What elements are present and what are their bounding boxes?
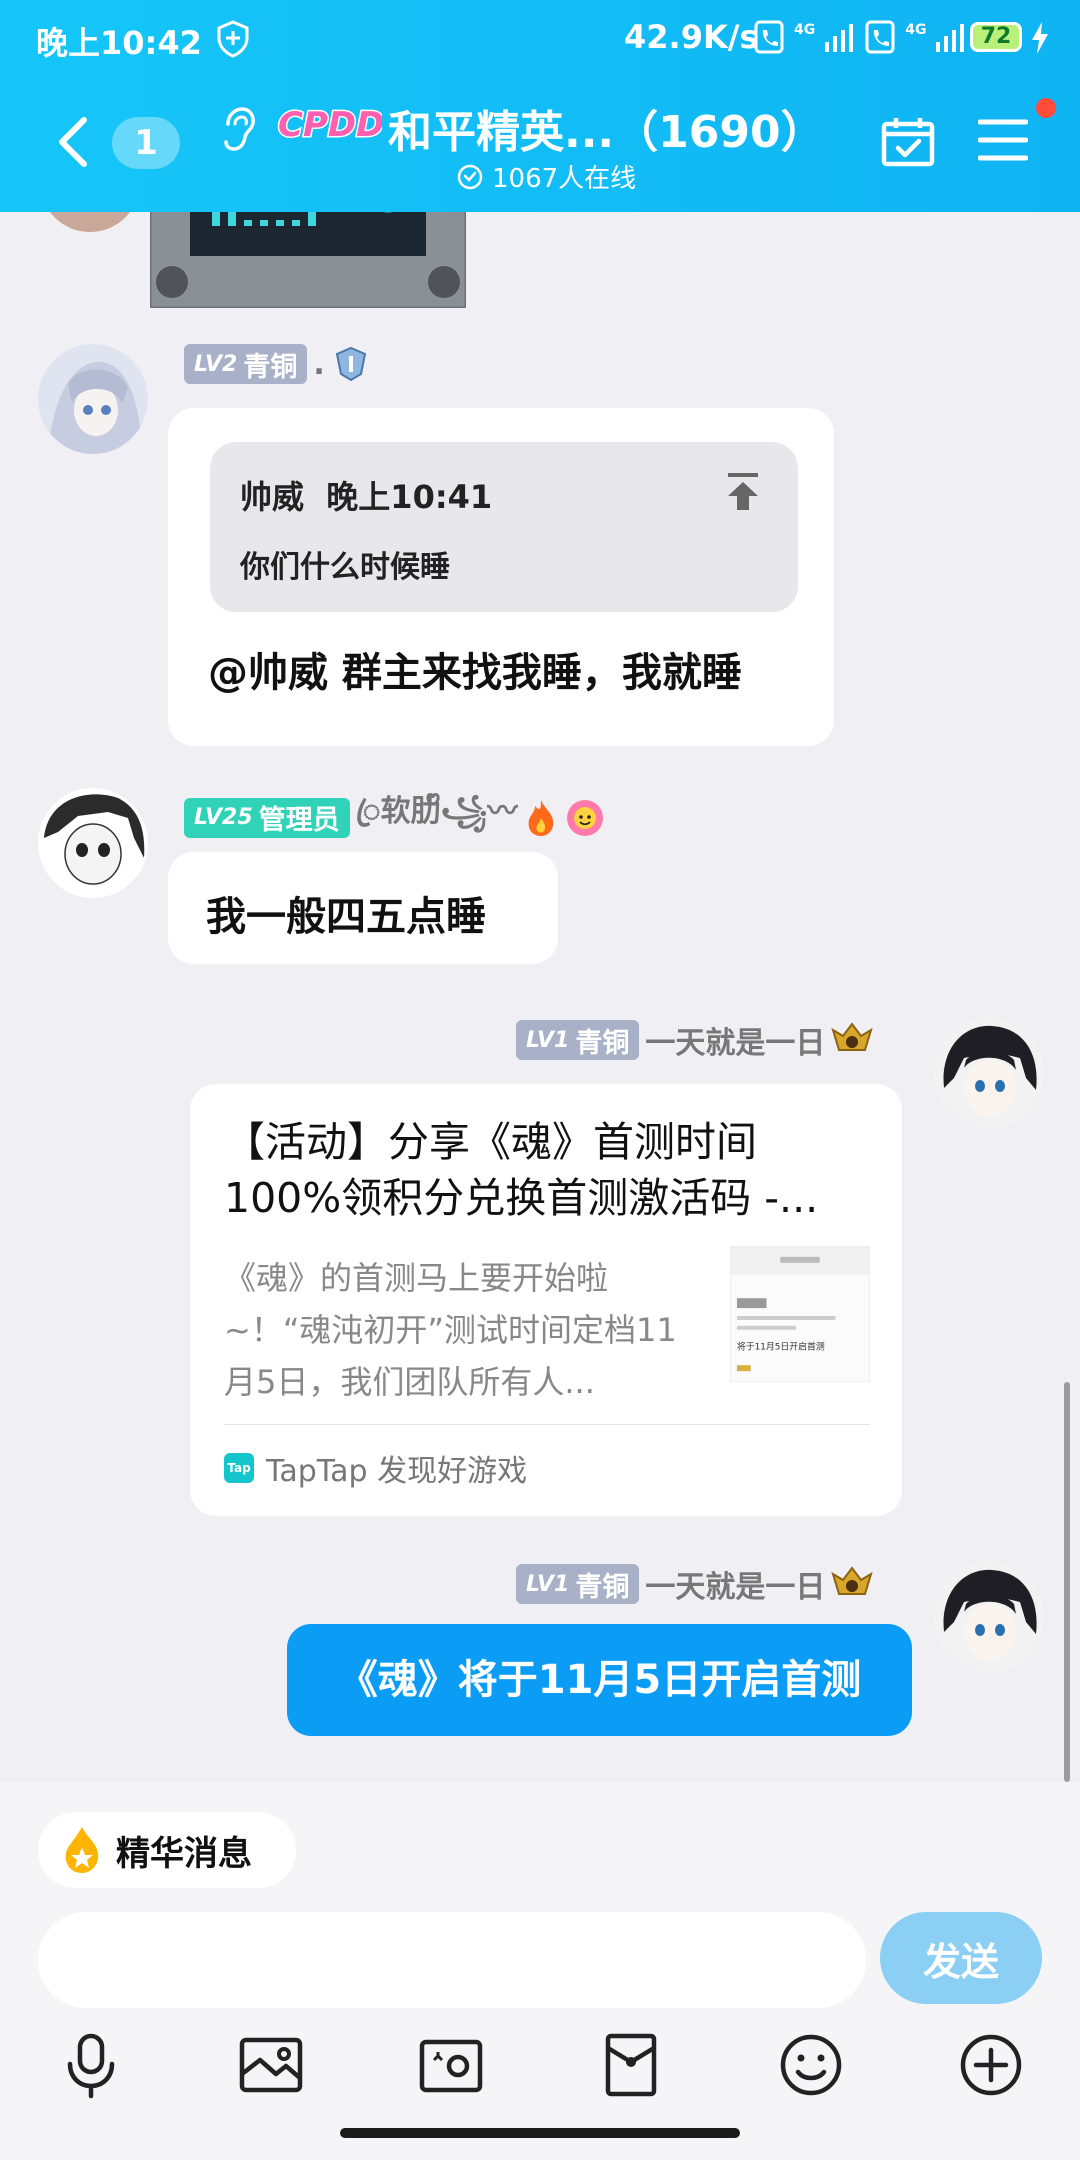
avatar[interactable] — [38, 788, 148, 898]
card-description: 《魂》的首测马上要开始啦~！“魂沌初开”测试时间定档11月5日，我们团队所有人.… — [224, 1259, 677, 1401]
avatar[interactable] — [934, 1018, 1044, 1128]
online-count: 1067人在线 — [456, 158, 636, 195]
fire-icon — [529, 799, 554, 836]
home-indicator[interactable] — [340, 2128, 740, 2138]
ear-icon[interactable] — [220, 106, 256, 152]
scrollbar[interactable] — [1064, 1382, 1070, 1782]
svg-text:将于11月5日开启首测: 将于11月5日开启首测 — [737, 1340, 825, 1352]
chat-header: 晚上10:42 42.9K/s 4G 4G 72 1 CPDD 和平精英...（… — [0, 0, 1080, 212]
online-text: 1067人在线 — [492, 164, 637, 194]
jump-to-top-icon[interactable] — [724, 472, 762, 512]
network-speed: 42.9K/s — [624, 18, 759, 56]
charging-icon — [1032, 22, 1048, 54]
status-time: 晚上10:42 — [36, 24, 202, 62]
card-title: 【活动】分享《魂》首测时间100%领积分兑换首测激活码 -... — [224, 1118, 819, 1222]
phone-hd-icon — [754, 20, 784, 54]
gold-rank-icon — [831, 1022, 874, 1051]
message-text: 我一般四五点睡 — [206, 894, 486, 940]
message-bubble-self[interactable]: 《魂》将于11月5日开启首测 — [287, 1624, 912, 1736]
avatar[interactable] — [934, 1562, 1044, 1672]
essence-label: 精华消息 — [116, 1833, 252, 1874]
level-badge: LV1 青铜 — [516, 1020, 640, 1060]
unread-count-badge[interactable]: 1 — [112, 117, 180, 169]
calendar-check-icon[interactable] — [880, 116, 936, 168]
essence-messages-button[interactable]: 精华消息 — [38, 1812, 296, 1888]
level-badge: LV2 青铜 — [184, 344, 308, 384]
back-button[interactable] — [54, 116, 94, 168]
flame-icon — [65, 1827, 99, 1873]
card-thumbnail: 将于11月5日开启首测 — [730, 1246, 870, 1382]
plus-icon[interactable] — [956, 2030, 1026, 2100]
signal-group: 4G 4G — [754, 20, 966, 54]
sender-nickname[interactable]: . — [313, 347, 324, 382]
signal-icon — [825, 24, 854, 52]
network-type-2: 4G — [905, 22, 927, 38]
rank-shield-icon — [335, 346, 366, 382]
quote-text: 你们什么时候睡 — [240, 550, 450, 585]
camera-icon[interactable] — [416, 2030, 486, 2100]
message-bubble[interactable]: 帅威 晚上10:41 你们什么时候睡 @帅威 群主来找我睡，我就睡 — [168, 408, 834, 746]
message-text: 《魂》将于11月5日开启首测 — [337, 1657, 862, 1703]
sender-meta: LV25 管理员 ꦿ软肋ᩚ꧁〰 — [184, 786, 605, 849]
taptap-logo-icon: Tap — [224, 1453, 254, 1483]
sender-meta: LV2 青铜 . — [184, 344, 371, 384]
gold-rank-icon — [831, 1566, 874, 1595]
svg-text:5": 5" — [380, 212, 421, 221]
sender-meta: LV1 青铜 一天就是一日 — [516, 1018, 874, 1062]
image-icon[interactable] — [236, 2030, 306, 2100]
card-source: Tap TapTap 发现好游戏 — [224, 1446, 527, 1490]
red-packet-icon[interactable] — [596, 2030, 666, 2100]
quoted-message[interactable]: 帅威 晚上10:41 你们什么时候睡 — [210, 442, 798, 612]
message-text: @帅威 群主来找我睡，我就睡 — [208, 650, 742, 696]
send-button[interactable]: 发送 — [880, 1912, 1042, 2004]
network-type-1: 4G — [794, 22, 816, 38]
card-source-text: TapTap 发现好游戏 — [266, 1454, 528, 1489]
sticker-image[interactable]: 5" — [150, 212, 466, 308]
message-composer: 精华消息 发送 — [0, 1782, 1080, 2160]
emoji-icon[interactable] — [776, 2030, 846, 2100]
sender-meta: LV1 青铜 一天就是一日 — [516, 1562, 874, 1606]
menu-icon[interactable] — [978, 118, 1028, 162]
battery-indicator: 72 — [970, 22, 1022, 52]
phone-hd-icon-2 — [865, 20, 895, 54]
avatar[interactable] — [38, 344, 148, 454]
quote-header: 帅威 晚上10:41 — [240, 472, 492, 518]
group-logo: CPDD — [277, 104, 383, 147]
message-bubble[interactable]: 我一般四五点睡 — [168, 852, 558, 964]
svg-text:CPDD: CPDD — [278, 105, 382, 145]
microphone-icon[interactable] — [56, 2030, 126, 2100]
avatar[interactable] — [40, 212, 140, 232]
check-circle-icon — [457, 164, 483, 189]
shield-icon — [217, 20, 249, 58]
sender-nickname[interactable]: ꦿ软肋ᩚ꧁〰 — [356, 786, 518, 849]
flower-face-icon — [567, 799, 604, 836]
quote-time: 晚上10:41 — [326, 478, 493, 516]
admin-badge: LV25 管理员 — [184, 797, 350, 838]
sender-nickname[interactable]: 一天就是一日 — [645, 1018, 825, 1062]
divider — [224, 1424, 870, 1425]
quote-author: 帅威 — [240, 478, 305, 516]
message-input[interactable] — [38, 1912, 866, 2008]
notification-dot — [1036, 98, 1056, 118]
link-card[interactable]: 【活动】分享《魂》首测时间100%领积分兑换首测激活码 -... 《魂》的首测马… — [190, 1084, 902, 1516]
chat-messages[interactable]: 5" LV2 青铜 . 帅威 晚上10:41 你们什么时候睡 — [0, 212, 1080, 1782]
level-badge: LV1 青铜 — [516, 1564, 640, 1604]
signal-icon-2 — [936, 24, 965, 52]
input-toolbar — [0, 2030, 1080, 2120]
group-name[interactable]: 和平精英...（1690） — [388, 96, 825, 160]
sender-nickname[interactable]: 一天就是一日 — [645, 1562, 825, 1606]
status-bar: 晚上10:42 42.9K/s 4G 4G 72 — [0, 0, 1080, 78]
